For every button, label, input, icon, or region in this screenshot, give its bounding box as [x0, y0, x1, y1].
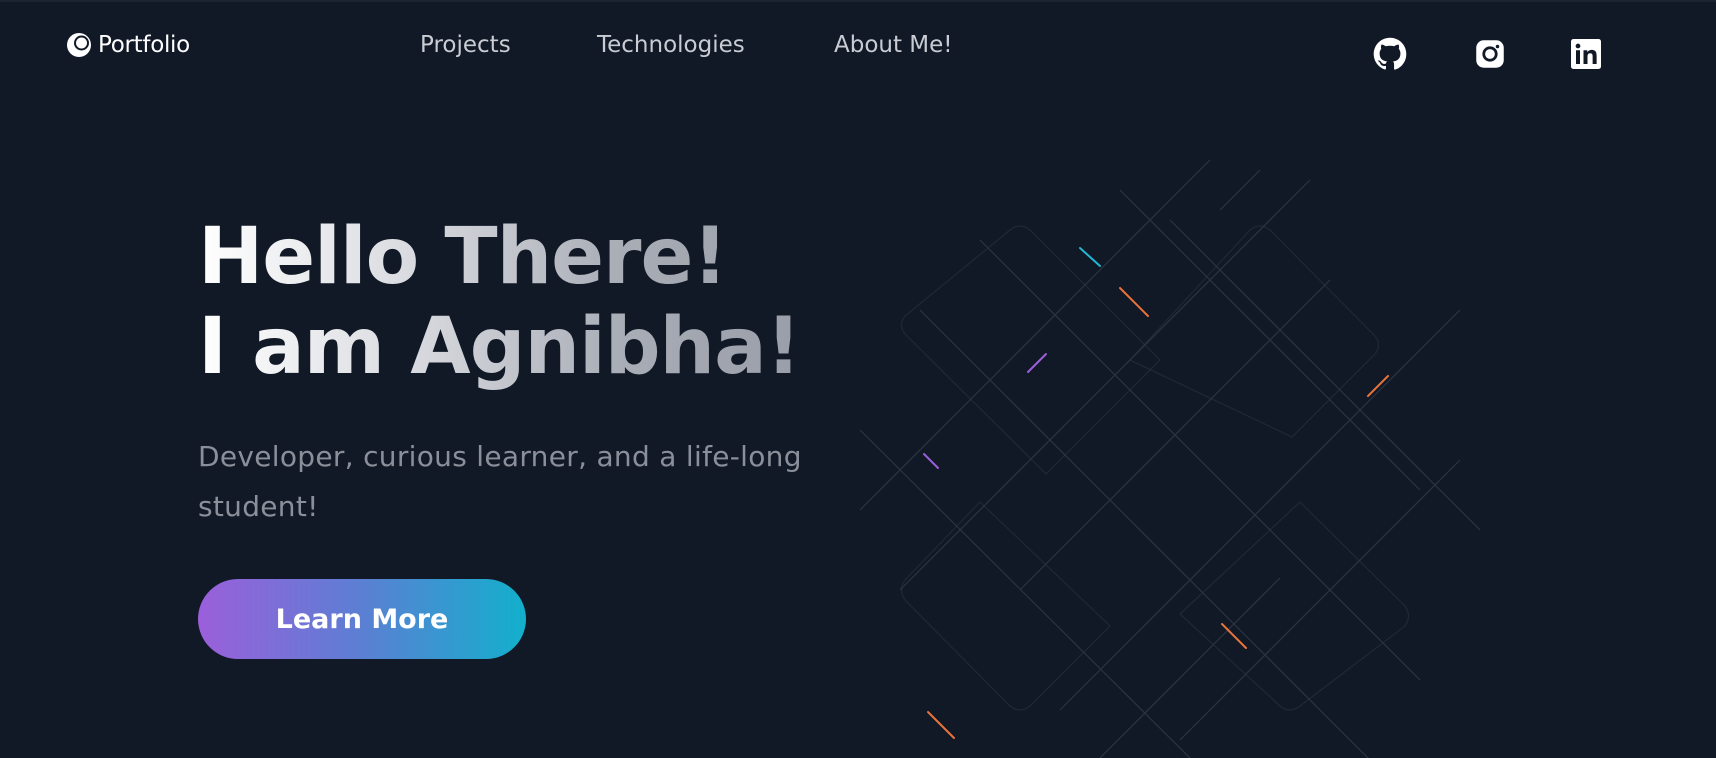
accent-streak-purple-2 — [923, 453, 939, 469]
logo-icon — [67, 33, 91, 57]
nav-link-projects[interactable]: Projects — [420, 32, 511, 58]
grid-lines — [860, 159, 1480, 758]
portfolio-page: Portfolio Projects Technologies About Me… — [0, 0, 1716, 758]
linkedin-icon — [1571, 39, 1601, 69]
logo[interactable]: Portfolio — [66, 32, 190, 58]
accent-streak-orange-2 — [1367, 375, 1389, 397]
hero-title: Hello There! I am Agnibha! — [198, 212, 800, 392]
nav-link-technologies[interactable]: Technologies — [597, 32, 745, 58]
github-icon — [1373, 37, 1407, 70]
top-border — [0, 0, 1716, 2]
nav-link-about[interactable]: About Me! — [834, 32, 953, 58]
hero-subtitle: Developer, curious learner, and a life-l… — [198, 440, 802, 523]
accent-streak-cyan — [1079, 247, 1101, 267]
github-link[interactable] — [1372, 36, 1408, 72]
hero-title-line-1: Hello There! — [198, 212, 727, 302]
decorative-grid-graphic — [860, 159, 1480, 758]
accent-streak-purple-1 — [1027, 353, 1047, 373]
instagram-link[interactable] — [1472, 36, 1508, 72]
learn-more-button[interactable]: Learn More — [198, 579, 526, 659]
accent-streak-orange-3 — [1221, 623, 1247, 649]
logo-text: Portfolio — [98, 32, 190, 58]
accent-streak-orange-4 — [927, 711, 955, 739]
linkedin-link[interactable] — [1568, 36, 1604, 72]
accent-streak-orange-1 — [1119, 287, 1149, 317]
hero-title-line-2: I am Agnibha! — [198, 302, 801, 392]
instagram-icon — [1476, 40, 1504, 68]
